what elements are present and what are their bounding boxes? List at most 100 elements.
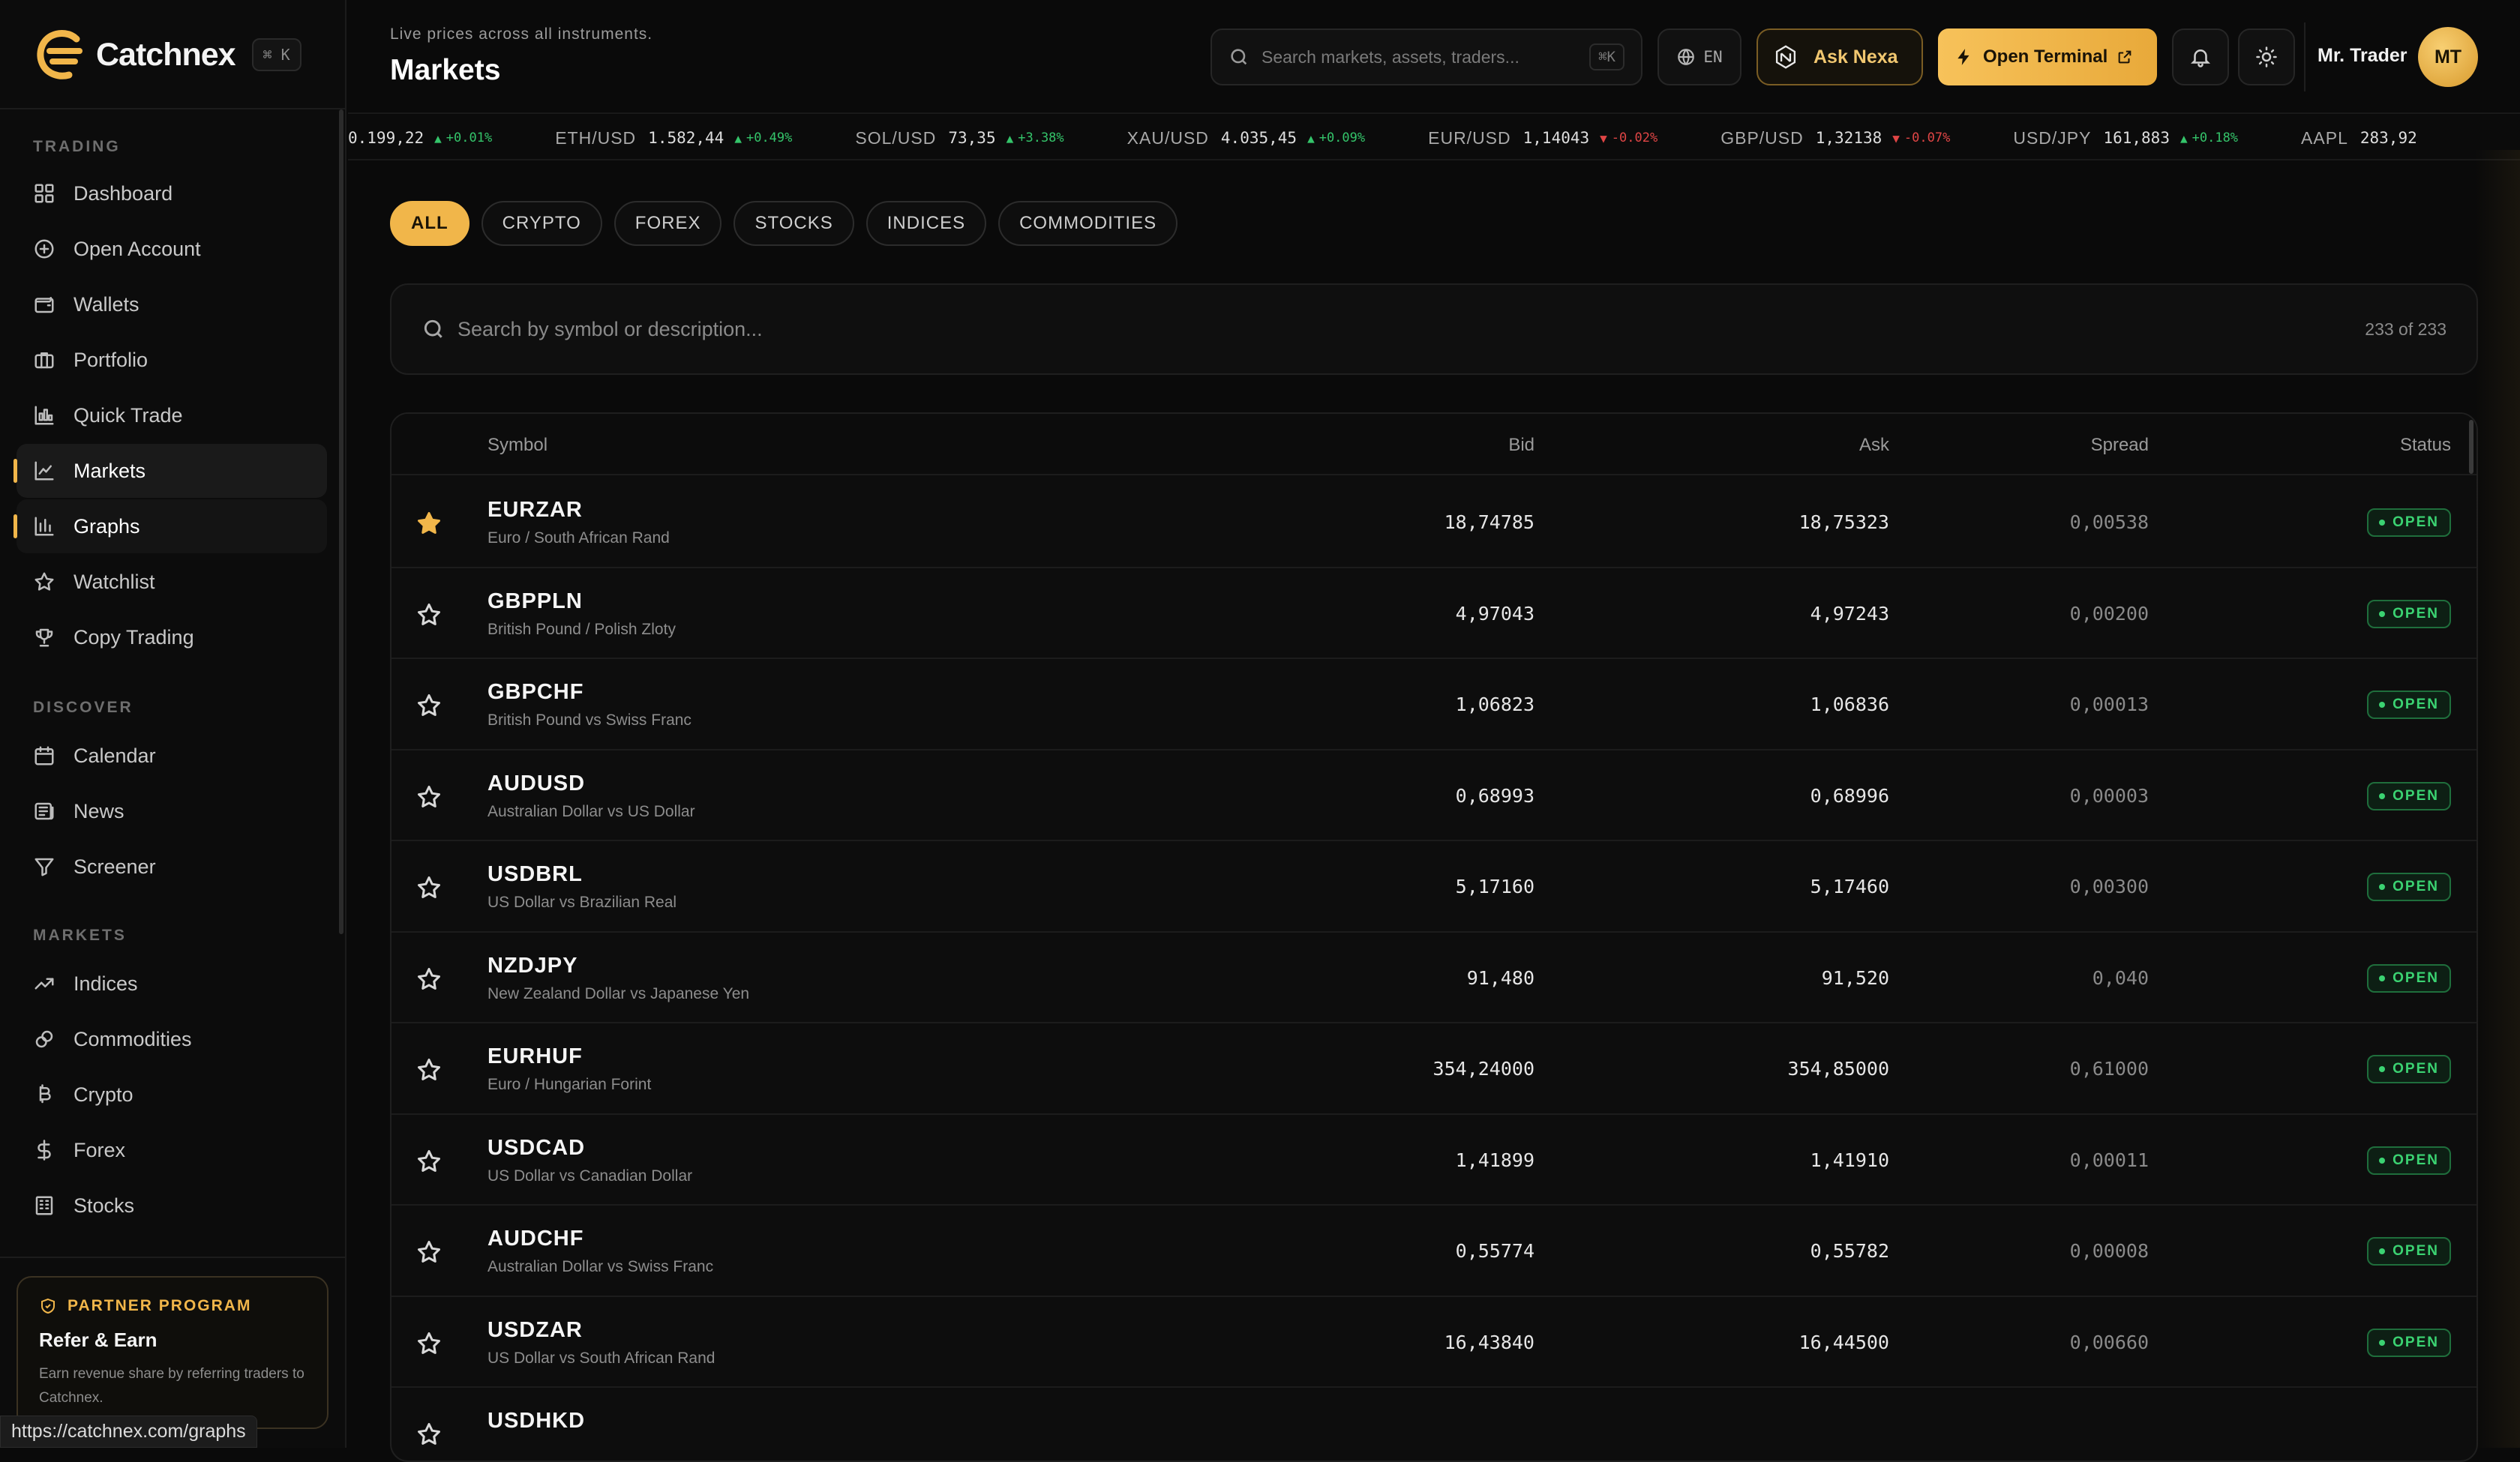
user-name[interactable]: Mr. Trader bbox=[2318, 45, 2408, 67]
filter-chip-indices[interactable]: INDICES bbox=[866, 201, 987, 246]
partner-program-card[interactable]: PARTNER PROGRAM Refer & Earn Earn revenu… bbox=[16, 1276, 328, 1429]
sidebar-scrollbar[interactable] bbox=[339, 109, 344, 934]
sidebar-item-stocks[interactable]: Stocks bbox=[16, 1179, 327, 1233]
star-icon[interactable] bbox=[416, 874, 442, 901]
table-row[interactable]: USDZAR US Dollar vs South African Rand 16,… bbox=[392, 1297, 2476, 1388]
bitcoin-icon bbox=[33, 1083, 56, 1106]
symbol-search-input[interactable]: Search by symbol or description... 233 o… bbox=[390, 283, 2478, 375]
top-header: Live prices across all instruments. Mark… bbox=[348, 0, 2520, 114]
filter-chip-crypto[interactable]: CRYPTO bbox=[481, 201, 602, 246]
table-row[interactable]: AUDUSD Australian Dollar vs US Dollar 0,68… bbox=[392, 750, 2476, 841]
sidebar-item-quick-trade[interactable]: Quick Trade bbox=[16, 388, 327, 442]
arrow-up-icon: ▲ bbox=[734, 130, 742, 145]
star-icon[interactable] bbox=[416, 1056, 442, 1083]
table-row[interactable]: USDBRL US Dollar vs Brazilian Real 5,17160… bbox=[392, 841, 2476, 933]
sidebar-item-news[interactable]: News bbox=[16, 784, 327, 838]
sidebar-item-open-account[interactable]: Open Account bbox=[16, 222, 327, 276]
brand[interactable]: Catchnex ⌘ K bbox=[33, 28, 302, 81]
avatar[interactable]: MT bbox=[2418, 27, 2478, 87]
sidebar-item-screener[interactable]: Screener bbox=[16, 840, 327, 894]
ticker-item[interactable]: GBP/USD 1,32138 ▼ -0.07% bbox=[1720, 128, 1950, 148]
ticker-item[interactable]: SOL/USD 73,35 ▲ +3.38% bbox=[855, 128, 1064, 148]
table-row[interactable]: USDCAD US Dollar vs Canadian Dollar 1,4189… bbox=[392, 1115, 2476, 1206]
column-header-symbol[interactable]: Symbol bbox=[488, 435, 548, 456]
star-icon[interactable] bbox=[416, 1330, 442, 1357]
open-terminal-button[interactable]: Open Terminal bbox=[1938, 28, 2157, 85]
star-icon[interactable] bbox=[416, 1148, 442, 1175]
language-button[interactable]: EN bbox=[1658, 28, 1742, 85]
status-badge: OPEN bbox=[2367, 1237, 2451, 1266]
row-ask: 18,75323 bbox=[1798, 511, 1889, 533]
section-title-discover: DISCOVER bbox=[33, 699, 134, 716]
sidebar-item-graphs[interactable]: Graphs bbox=[14, 499, 327, 553]
ticker-price: 283,92 bbox=[2360, 129, 2417, 147]
row-symbol: EURHUF bbox=[488, 1044, 583, 1068]
sidebar-item-label: Portfolio bbox=[74, 348, 148, 371]
sidebar-item-markets[interactable]: Markets bbox=[14, 444, 327, 498]
table-row[interactable]: NZDJPY New Zealand Dollar vs Japanese Yen… bbox=[392, 933, 2476, 1023]
theme-toggle-button[interactable] bbox=[2238, 28, 2295, 85]
table-row[interactable]: AUDCHF Australian Dollar vs Swiss Franc 0,… bbox=[392, 1206, 2476, 1297]
sidebar-item-dashboard[interactable]: Dashboard bbox=[16, 166, 327, 220]
ticker-item[interactable]: USD/JPY 161,883 ▲ +0.18% bbox=[2013, 128, 2238, 148]
global-search-input[interactable]: Search markets, assets, traders... ⌘K bbox=[1210, 28, 1642, 85]
sidebar-item-calendar[interactable]: Calendar bbox=[16, 729, 327, 783]
sidebar-item-wallets[interactable]: Wallets bbox=[16, 277, 327, 331]
column-header-bid[interactable]: Bid bbox=[1508, 435, 1534, 456]
filter-chip-forex[interactable]: FOREX bbox=[614, 201, 722, 246]
filter-chip-all[interactable]: ALL bbox=[390, 201, 470, 246]
ask-nexa-label: Ask Nexa bbox=[1814, 46, 1898, 67]
command-shortcut-chip[interactable]: ⌘ K bbox=[251, 38, 302, 71]
sidebar-item-crypto[interactable]: Crypto bbox=[16, 1068, 327, 1122]
markets-table: Symbol Bid Ask Spread Status EURZAR Euro … bbox=[390, 412, 2478, 1462]
star-icon[interactable] bbox=[416, 783, 442, 810]
ticker-item[interactable]: ETH/USD 1.582,44 ▲ +0.49% bbox=[555, 128, 792, 148]
globe-icon bbox=[1678, 49, 1695, 65]
column-header-status[interactable]: Status bbox=[2400, 435, 2451, 456]
column-header-ask[interactable]: Ask bbox=[1859, 435, 1889, 456]
language-label: EN bbox=[1703, 48, 1723, 66]
table-row[interactable]: GBPPLN British Pound / Polish Zloty 4,9704… bbox=[392, 568, 2476, 659]
table-row[interactable]: EURZAR Euro / South African Rand 18,74785 1… bbox=[392, 477, 2476, 568]
star-filled-icon[interactable] bbox=[416, 510, 442, 537]
sidebar-item-copy-trading[interactable]: Copy Trading bbox=[16, 610, 327, 664]
table-row[interactable]: USDHKD bbox=[392, 1388, 2476, 1461]
sidebar-item-label: Indices bbox=[74, 972, 138, 995]
catchnex-logo-icon bbox=[37, 30, 82, 79]
ticker-item[interactable]: EUR/USD 1,14043 ▼ -0.02% bbox=[1428, 128, 1658, 148]
ticker-symbol: USD/JPY bbox=[2013, 127, 2092, 148]
sidebar-item-forex[interactable]: Forex bbox=[16, 1123, 327, 1177]
notifications-button[interactable] bbox=[2172, 28, 2229, 85]
ticker-track: 0.199,22 ▲ +0.01% ETH/USD 1.582,44 ▲ +0.49% SOL… bbox=[348, 115, 2491, 159]
table-scrollbar[interactable] bbox=[2469, 420, 2474, 474]
sidebar-item-commodities[interactable]: Commodities bbox=[16, 1012, 327, 1066]
row-symbol: AUDCHF bbox=[488, 1227, 584, 1251]
sidebar-item-watchlist[interactable]: Watchlist bbox=[16, 555, 327, 609]
header-separator bbox=[2304, 22, 2306, 91]
sidebar-item-indices[interactable]: Indices bbox=[16, 957, 327, 1011]
star-icon[interactable] bbox=[416, 1421, 442, 1448]
star-icon[interactable] bbox=[416, 692, 442, 719]
ticker-item[interactable]: 0.199,22 ▲ +0.01% bbox=[348, 129, 492, 147]
star-icon[interactable] bbox=[416, 601, 442, 628]
ticker-item[interactable]: AAPL 283,92 bbox=[2301, 128, 2428, 148]
filter-chip-commodities[interactable]: COMMODITIES bbox=[998, 201, 1178, 246]
row-bid: 0,55774 bbox=[1455, 1240, 1534, 1262]
sidebar-item-portfolio[interactable]: Portfolio bbox=[16, 333, 327, 387]
column-header-spread[interactable]: Spread bbox=[2091, 435, 2149, 456]
table-row[interactable]: GBPCHF British Pound vs Swiss Franc 1,0682… bbox=[392, 659, 2476, 750]
star-icon[interactable] bbox=[416, 966, 442, 993]
row-description: British Pound vs Swiss Franc bbox=[488, 712, 692, 729]
star-icon[interactable] bbox=[416, 1239, 442, 1266]
status-badge: OPEN bbox=[2367, 1146, 2451, 1175]
table-row[interactable]: EURHUF Euro / Hungarian Forint 354,24000 35… bbox=[392, 1023, 2476, 1115]
row-symbol: GBPPLN bbox=[488, 589, 583, 613]
dollar-icon bbox=[33, 1139, 56, 1161]
ticker-item[interactable]: XAU/USD 4.035,45 ▲ +0.09% bbox=[1127, 128, 1365, 148]
row-ask: 354,85000 bbox=[1787, 1058, 1889, 1080]
section-title-trading: TRADING bbox=[33, 138, 121, 155]
row-description: British Pound / Polish Zloty bbox=[488, 620, 676, 638]
nexa-logo-icon bbox=[1775, 45, 1796, 69]
filter-chip-stocks[interactable]: STOCKS bbox=[734, 201, 854, 246]
ask-nexa-button[interactable]: Ask Nexa bbox=[1756, 28, 1923, 85]
